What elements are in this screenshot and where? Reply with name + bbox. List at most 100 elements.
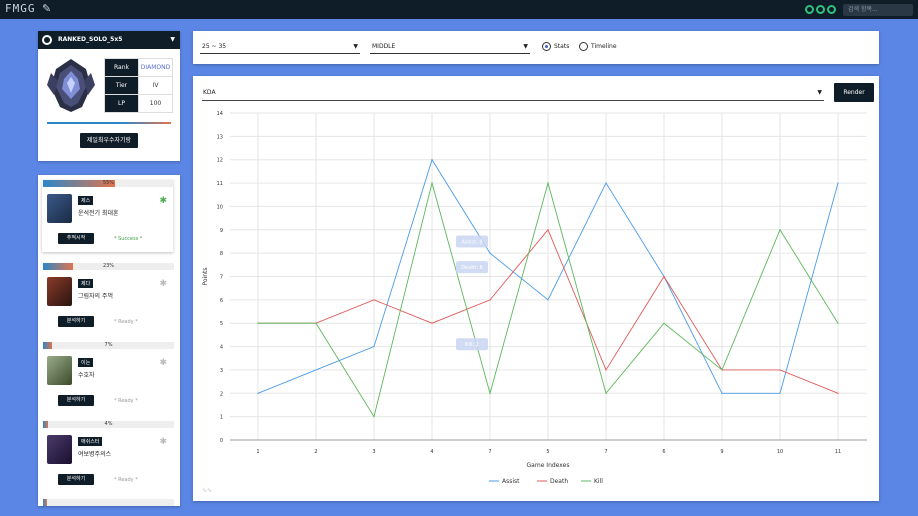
timeline-radio[interactable]	[579, 42, 588, 51]
data-point-kill	[663, 322, 665, 324]
data-point-assist	[373, 345, 375, 348]
champion-card[interactable]: 4% 애쉬스터 여보병주의스 ✱ 분석하기 * Ready *	[42, 421, 174, 491]
x-tick-label: 6	[662, 449, 665, 455]
data-point-death	[373, 299, 375, 301]
search-input[interactable]: 검색 항목...	[843, 4, 913, 16]
data-point-assist	[779, 392, 781, 394]
stats-radio[interactable]	[542, 42, 551, 51]
pin-icon[interactable]: ✱	[159, 280, 167, 289]
champion-title: 수호자	[78, 372, 95, 379]
chevron-down-icon: ▼	[170, 36, 175, 43]
legend-label: Kill	[594, 478, 603, 485]
champion-usage-percent: 23%	[102, 263, 115, 269]
maximize-window-icon[interactable]	[816, 5, 825, 14]
data-point-kill	[315, 322, 317, 324]
rank-label: Rank	[104, 58, 139, 77]
data-point-kill	[721, 369, 723, 371]
champion-status: * Success *	[114, 236, 143, 242]
tier-value: IV	[138, 76, 173, 95]
data-point-assist	[547, 299, 549, 301]
diamond-emblem-icon	[47, 59, 95, 112]
stats-radio-label: Stats	[554, 43, 570, 50]
data-point-assist	[721, 392, 723, 394]
y-tick-label: 14	[217, 111, 223, 117]
pin-icon[interactable]: ✱	[159, 359, 167, 368]
account-name: RANKED_SOLO_5x5	[58, 36, 123, 43]
champion-action-button[interactable]: 추적시작	[58, 233, 94, 244]
data-point-assist	[837, 182, 839, 184]
champion-portrait	[47, 435, 72, 464]
x-tick-label: 3	[372, 449, 375, 455]
champion-card[interactable]: 23% 제다 그림자의 주먹 ✱ 분석하기 * Ready *	[42, 263, 174, 333]
champion-status: * Ready *	[114, 477, 138, 483]
data-point-assist	[605, 182, 607, 184]
app-logo[interactable]: FMGG	[5, 2, 36, 15]
x-tick-label: 11	[835, 449, 841, 455]
champion-title: 여보병주의스	[78, 451, 112, 458]
pen-icon[interactable]: ✎	[42, 2, 51, 15]
x-tick-label: 9	[720, 449, 723, 455]
y-axis-label: Points	[202, 267, 209, 285]
lp-value: 100	[138, 94, 173, 113]
close-window-icon[interactable]	[827, 5, 836, 14]
y-tick-label: 11	[217, 181, 223, 187]
pin-icon[interactable]: ✱	[159, 197, 167, 206]
data-point-kill	[547, 182, 549, 184]
champion-list-panel: 55% 제스 운석전기 최대혼 ✱ 추적시작 * Success * 23% 제…	[38, 175, 180, 506]
y-tick-label: 10	[217, 204, 223, 210]
champion-card[interactable]: 7% 이는 수호자 ✱ 분석하기 * Ready *	[42, 342, 174, 412]
champion-name: 제다	[78, 279, 94, 288]
metric-select[interactable]: KDA ▼	[202, 84, 824, 101]
legend-label: Assist	[502, 478, 520, 485]
champion-card[interactable]: 55% 제스 운석전기 최대혼 ✱ 추적시작 * Success *	[42, 180, 174, 252]
x-tick-label: 7	[604, 449, 607, 455]
data-point-death	[837, 392, 839, 394]
champion-card[interactable]	[42, 499, 174, 506]
profile-action-button[interactable]: 제일최우수자기랑	[80, 133, 138, 148]
data-point-kill	[431, 182, 433, 184]
champion-usage-bar: 7%	[43, 342, 174, 349]
render-button[interactable]: Render	[834, 83, 874, 102]
y-tick-label: 13	[217, 134, 223, 140]
metric-value: KDA	[203, 89, 216, 96]
champion-action-button[interactable]: 분석하기	[58, 316, 94, 327]
champion-portrait	[47, 356, 72, 385]
chart-tooltip-text: Kill: 2	[465, 342, 479, 348]
minimize-window-icon[interactable]	[805, 5, 814, 14]
lane-select[interactable]: MIDDLE ▼	[370, 40, 530, 54]
x-tick-label: 4	[430, 449, 433, 455]
y-tick-label: 9	[220, 228, 223, 234]
data-point-kill	[837, 322, 839, 324]
champion-name: 애쉬스터	[78, 437, 103, 446]
data-point-kill	[489, 392, 491, 394]
y-tick-label: 7	[220, 275, 223, 281]
champion-usage-percent: 4%	[104, 421, 113, 427]
chevron-down-icon: ▼	[523, 43, 528, 50]
y-tick-label: 12	[217, 158, 223, 164]
level-range-select[interactable]: 25 ~ 35 ▼	[200, 40, 360, 54]
line-chart: 012345678910111213141 2 3 4 7 5 7 6 9 10 11Game In…	[202, 111, 867, 485]
legend-label: Death	[550, 478, 568, 485]
profile-panel: RANKED_SOLO_5x5 ▼ Rank DIAMOND Tier IV L…	[38, 31, 180, 161]
champion-usage-bar: 4%	[43, 421, 174, 428]
champion-status: * Ready *	[114, 398, 138, 404]
pin-icon[interactable]: ✱	[159, 438, 167, 447]
data-point-kill	[779, 229, 781, 231]
account-select[interactable]: RANKED_SOLO_5x5 ▼	[38, 31, 180, 49]
y-tick-label: 6	[220, 298, 223, 304]
rank-value: DIAMOND	[138, 58, 173, 77]
x-tick-label: 7	[488, 449, 491, 455]
chevron-down-icon: ▼	[817, 89, 822, 96]
data-point-assist	[257, 392, 259, 394]
data-point-death	[431, 322, 433, 324]
y-tick-label: 2	[220, 391, 223, 397]
data-point-death	[605, 369, 607, 371]
data-point-kill	[373, 416, 375, 418]
data-point-assist	[315, 369, 317, 371]
champion-action-button[interactable]: 분석하기	[58, 395, 94, 406]
profile-divider	[47, 122, 171, 124]
y-tick-label: 3	[220, 368, 223, 374]
champion-action-button[interactable]: 분석하기	[58, 474, 94, 485]
y-tick-label: 4	[220, 345, 223, 351]
champion-usage-percent: 7%	[104, 342, 113, 348]
